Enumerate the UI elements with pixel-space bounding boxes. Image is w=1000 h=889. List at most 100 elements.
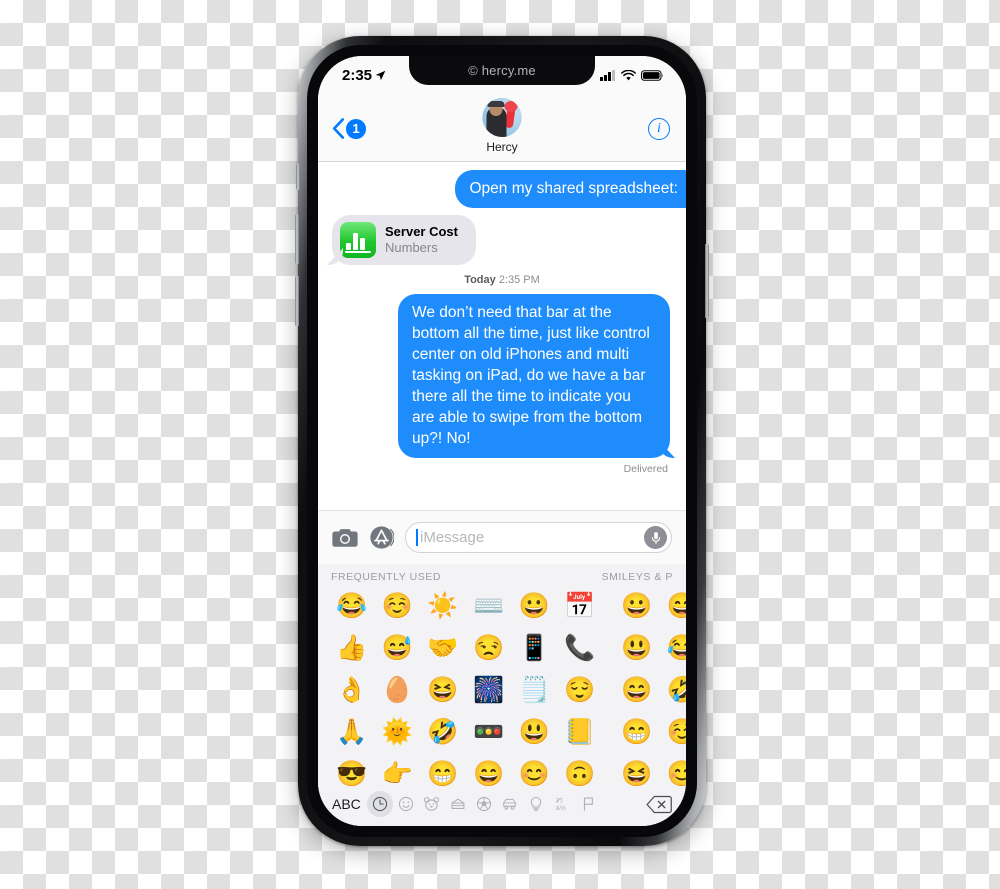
message-input-bar: iMessage <box>318 510 686 564</box>
emoji-cell[interactable]: ⌨️ <box>466 585 512 627</box>
emoji-grid-smileys[interactable]: 😀 😅 😃 😂 😄 🤣 😁 ☺️ 😆 😊 <box>603 585 686 793</box>
status-bar-right <box>600 69 664 81</box>
message-text: We don’t need that bar at the bottom all… <box>412 304 650 447</box>
emoji-cell[interactable]: 📒 <box>557 711 603 753</box>
car-icon[interactable] <box>497 791 523 817</box>
cellular-signal-icon <box>600 69 616 81</box>
status-bar-left: 2:35 <box>342 67 386 84</box>
flag-icon[interactable] <box>575 791 601 817</box>
app-store-icon[interactable] <box>369 525 394 550</box>
emoji-cell[interactable]: 📞 <box>557 627 603 669</box>
wifi-icon <box>621 69 636 80</box>
outgoing-message-bubble[interactable]: We don’t need that bar at the bottom all… <box>398 294 670 458</box>
abc-keyboard-button[interactable]: ABC <box>332 796 361 812</box>
timestamp-time: 2:35 PM <box>498 274 540 286</box>
emoji-cell[interactable]: 👍 <box>329 627 375 669</box>
watermark-text: © hercy.me <box>468 63 536 78</box>
timestamp-day: Today <box>464 274 496 286</box>
contact-avatar[interactable] <box>482 98 522 137</box>
info-circle-icon[interactable]: i <box>648 118 670 140</box>
emoji-cell[interactable]: 🥚 <box>375 669 421 711</box>
message-input-field[interactable]: iMessage <box>405 522 672 553</box>
emoji-cell[interactable]: 😃 <box>614 627 660 669</box>
location-arrow-icon <box>375 70 386 80</box>
smiley-icon[interactable] <box>393 791 419 817</box>
outgoing-message-bubble[interactable]: Open my shared spreadsheet: <box>455 170 686 208</box>
emoji-cell[interactable]: 📱 <box>511 627 557 669</box>
emoji-cell[interactable]: ☺️ <box>660 711 686 753</box>
emoji-cell[interactable]: 😂 <box>660 627 686 669</box>
emoji-cell[interactable]: 🎆 <box>466 669 512 711</box>
attachment-bubble[interactable]: Server Cost Numbers <box>332 215 476 265</box>
contact-profile[interactable]: Hercy <box>482 98 522 154</box>
message-row: Open my shared spreadsheet: <box>318 170 686 208</box>
message-list[interactable]: Open my shared spreadsheet: Server Cost … <box>318 162 686 510</box>
emoji-cell[interactable]: 📅 <box>557 585 603 627</box>
microphone-icon[interactable] <box>644 526 667 549</box>
back-button[interactable]: 1 <box>332 118 366 139</box>
food-icon[interactable] <box>445 791 471 817</box>
emoji-cell[interactable]: ☀️ <box>420 585 466 627</box>
message-row: Server Cost Numbers <box>318 215 686 265</box>
emoji-cell[interactable]: 😅 <box>660 585 686 627</box>
numbers-app-icon <box>340 222 376 258</box>
message-timestamp: Today 2:35 PM <box>318 274 686 286</box>
symbols-icon[interactable]: T♪ &% <box>549 791 575 817</box>
lightbulb-icon[interactable] <box>523 791 549 817</box>
camera-icon[interactable] <box>332 527 358 548</box>
microphone-glyph <box>651 531 660 544</box>
chevron-left-icon <box>332 118 345 139</box>
conversation-header: 1 Hercy i <box>318 94 686 162</box>
text-cursor <box>416 529 418 546</box>
message-placeholder: iMessage <box>420 529 485 546</box>
emoji-cell[interactable]: 😄 <box>614 669 660 711</box>
emoji-cell[interactable]: 🤣 <box>420 711 466 753</box>
bear-icon[interactable] <box>419 791 445 817</box>
status-time-text: 2:35 <box>342 66 373 84</box>
delivery-status: Delivered <box>623 463 668 475</box>
power-button[interactable] <box>705 244 709 318</box>
emoji-category-toolbar: ABC T♪ &% <box>318 782 686 826</box>
emoji-cell[interactable]: 🚥 <box>466 711 512 753</box>
emoji-cell[interactable]: 😃 <box>511 711 557 753</box>
attachment-subtitle: Numbers <box>385 240 438 255</box>
unread-badge: 1 <box>346 118 366 139</box>
phone-screen: © hercy.me 2:35 1 Hercy i Open my shared… <box>318 56 686 826</box>
clock-icon[interactable] <box>366 791 393 817</box>
emoji-cell[interactable]: 😌 <box>557 669 603 711</box>
emoji-pages[interactable]: 😂 ☺️ ☀️ ⌨️ 😀 📅 👍 😅 🤝 😒 📱 📞 👌 🥚 😆 🎆 🗒️ 😌 🙏 🌞 🤣 🚥 😃 📒 😎 👉 😁 😄 😊 🙃 😀 😅 😃 😂 😄… <box>318 585 686 793</box>
emoji-section-headers: FREQUENTLY USED SMILEYS & P <box>318 564 686 585</box>
emoji-cell[interactable]: 👌 <box>329 669 375 711</box>
device-notch: © hercy.me <box>409 56 595 85</box>
emoji-cell[interactable]: 🗒️ <box>511 669 557 711</box>
battery-full-icon <box>641 69 664 81</box>
emoji-cell[interactable]: 🌞 <box>375 711 421 753</box>
emoji-cell[interactable]: 😁 <box>614 711 660 753</box>
emoji-cell[interactable]: 🙏 <box>329 711 375 753</box>
attachment-meta: Server Cost Numbers <box>385 224 458 256</box>
iphone-device-frame: © hercy.me 2:35 1 Hercy i Open my shared… <box>295 36 709 846</box>
emoji-cell[interactable]: ☺️ <box>375 585 421 627</box>
attachment-title: Server Cost <box>385 224 458 239</box>
emoji-cell[interactable]: 😀 <box>511 585 557 627</box>
volume-down-button[interactable] <box>295 276 299 326</box>
emoji-cell[interactable]: 😆 <box>420 669 466 711</box>
emoji-cell[interactable]: 🤝 <box>420 627 466 669</box>
message-row: We don’t need that bar at the bottom all… <box>318 294 686 458</box>
emoji-cell[interactable]: 😂 <box>329 585 375 627</box>
info-label: i <box>657 121 661 136</box>
emoji-section-smileys: SMILEYS & P <box>601 571 673 583</box>
emoji-cell[interactable]: 😅 <box>375 627 421 669</box>
emoji-keyboard: FREQUENTLY USED SMILEYS & P 😂 ☺️ ☀️ ⌨️ 😀 📅 👍 😅 🤝… <box>318 564 686 826</box>
emoji-grid-frequently-used[interactable]: 😂 ☺️ ☀️ ⌨️ 😀 📅 👍 😅 🤝 😒 📱 📞 👌 🥚 😆 🎆 🗒️ 😌 🙏 🌞 🤣 🚥 😃 📒 😎 👉 😁 😄 😊 🙃 <box>318 585 603 793</box>
emoji-cell[interactable]: 😒 <box>466 627 512 669</box>
emoji-section-frequently-used: FREQUENTLY USED <box>331 571 441 583</box>
emoji-cell[interactable]: 🤣 <box>660 669 686 711</box>
backspace-delete-icon[interactable] <box>644 791 674 817</box>
silent-switch[interactable] <box>296 164 300 190</box>
contact-name: Hercy <box>486 140 518 154</box>
emoji-cell[interactable]: 😀 <box>614 585 660 627</box>
svg-text:&%: &% <box>556 805 566 812</box>
volume-up-button[interactable] <box>295 214 299 264</box>
soccer-ball-icon[interactable] <box>471 791 497 817</box>
